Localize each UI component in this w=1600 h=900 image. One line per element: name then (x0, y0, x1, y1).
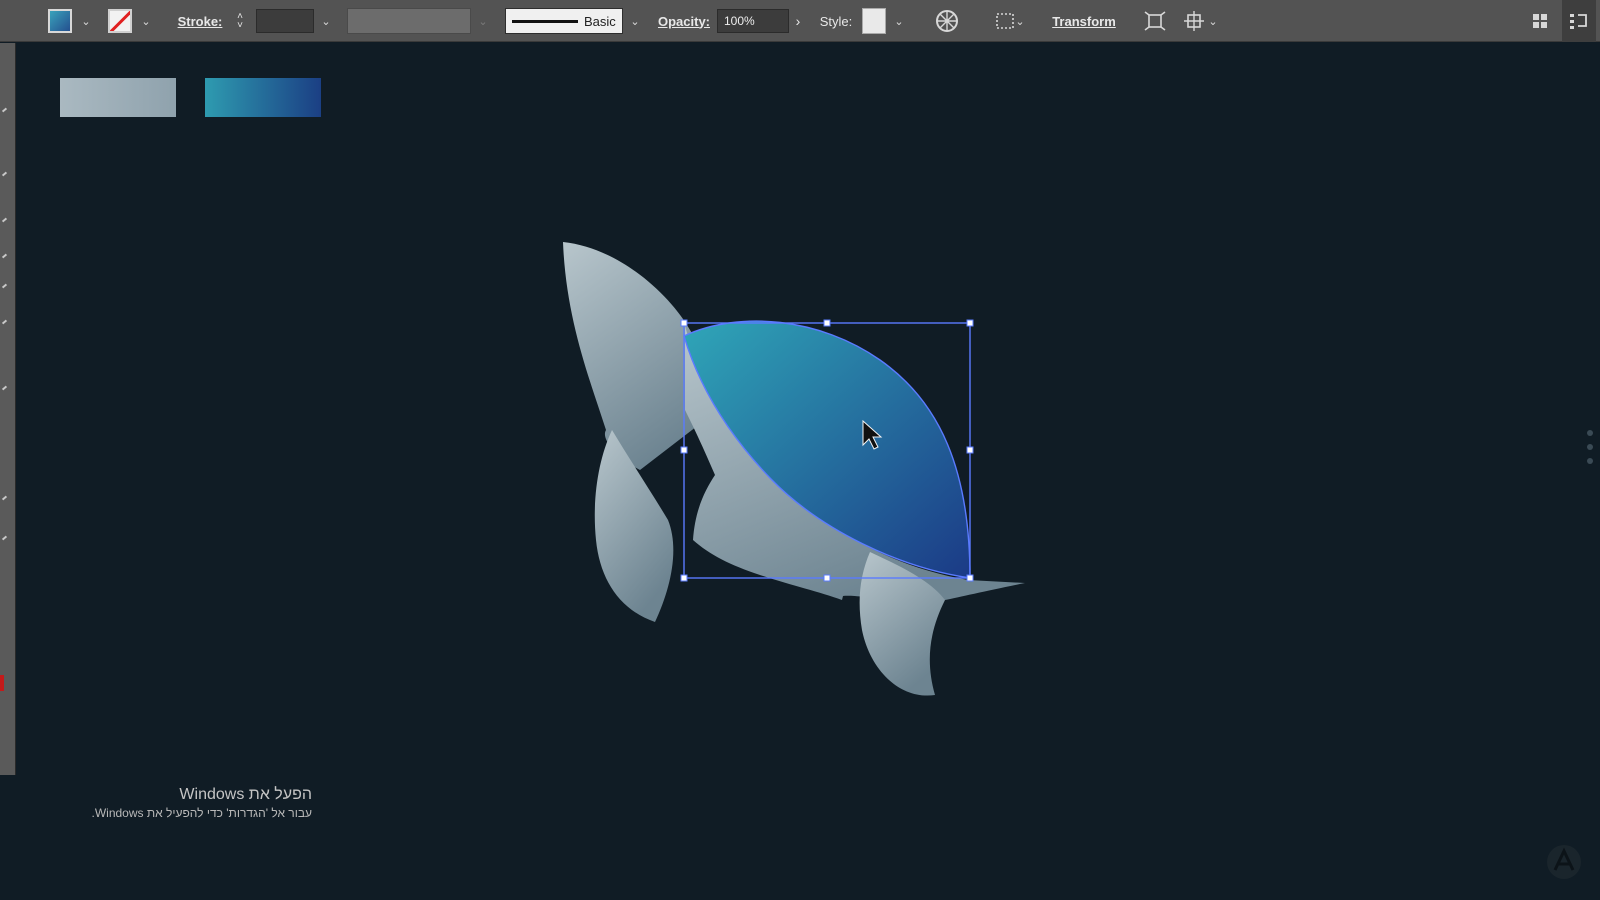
watermark-title: הפעל את Windows (179, 786, 312, 803)
panel-menu-icon[interactable] (1562, 0, 1596, 42)
isolate-selected-object-icon[interactable] (1140, 0, 1170, 42)
control-bar: ⌄ ⌄ Stroke: ˄ ˅ ⌄ ⌄ Basic ⌄ Opacity: 100%… (0, 0, 1600, 42)
style-label: Style: (819, 13, 853, 29)
app-logo-icon (1547, 845, 1581, 879)
stroke-weight-stepper-icon[interactable]: ˄ ˅ (230, 0, 250, 42)
stroke-weight-input[interactable] (255, 0, 315, 42)
blue-gradient-swatch[interactable] (205, 78, 321, 117)
selection-handle-bottom-middle[interactable] (823, 574, 831, 582)
fill-dropdown-chevron-icon[interactable]: ⌄ (78, 0, 94, 42)
stroke-label[interactable]: Stroke: (174, 0, 226, 42)
arrange-documents-icon[interactable] (1528, 0, 1552, 42)
graphic-style-swatch[interactable] (860, 0, 888, 42)
selection-handle-top-right[interactable] (966, 319, 974, 327)
selection-handle-middle-right[interactable] (966, 446, 974, 454)
selection-handle-bottom-right[interactable] (966, 574, 974, 582)
stroke-swatch-button[interactable] (106, 0, 134, 42)
selection-handle-bottom-left[interactable] (680, 574, 688, 582)
selection-handle-top-left[interactable] (680, 319, 688, 327)
variable-width-dropdown-chevron-icon: ⌄ (478, 15, 488, 28)
fill-swatch-button[interactable] (46, 0, 74, 42)
variable-width-profile-field[interactable] (346, 0, 472, 42)
opacity-label[interactable]: Opacity: (656, 0, 712, 42)
watermark-subtitle: עבור אל 'הגדרות' כדי להפעיל את Windows. (91, 806, 313, 820)
fill-swatch-icon (48, 9, 72, 33)
brush-definition-field[interactable]: Basic (505, 0, 623, 42)
opacity-input[interactable]: 100% (716, 0, 790, 42)
selection-handle-middle-left[interactable] (680, 446, 688, 454)
panel-grip-icon[interactable] (1587, 430, 1593, 464)
gray-gradient-swatch[interactable] (60, 78, 176, 117)
stroke-dropdown-chevron-icon[interactable]: ⌄ (138, 0, 154, 42)
brush-stroke-preview-icon (512, 19, 578, 23)
opacity-expand-chevron-icon[interactable]: › (790, 0, 806, 42)
style-dropdown-chevron-icon[interactable]: ⌄ (890, 0, 908, 42)
artboard-canvas[interactable] (0, 43, 1600, 900)
windows-activation-watermark: הפעל את Windows עבור אל 'הגדרות' כדי להפ… (60, 786, 313, 820)
align-dropdown-chevron-icon[interactable]: ⌄ (1013, 0, 1027, 42)
puppet-warp-dropdown-chevron-icon[interactable]: ⌄ (1206, 0, 1220, 42)
selection-handle-top-middle[interactable] (823, 319, 831, 327)
stroke-weight-dropdown-chevron-icon[interactable]: ⌄ (318, 0, 334, 42)
brush-dropdown-chevron-icon[interactable]: ⌄ (626, 0, 644, 42)
recolor-artwork-icon[interactable] (932, 0, 962, 42)
transform-button[interactable]: Transform (1048, 0, 1120, 42)
brush-label: Basic (584, 13, 616, 29)
stroke-none-swatch-icon (108, 9, 132, 33)
